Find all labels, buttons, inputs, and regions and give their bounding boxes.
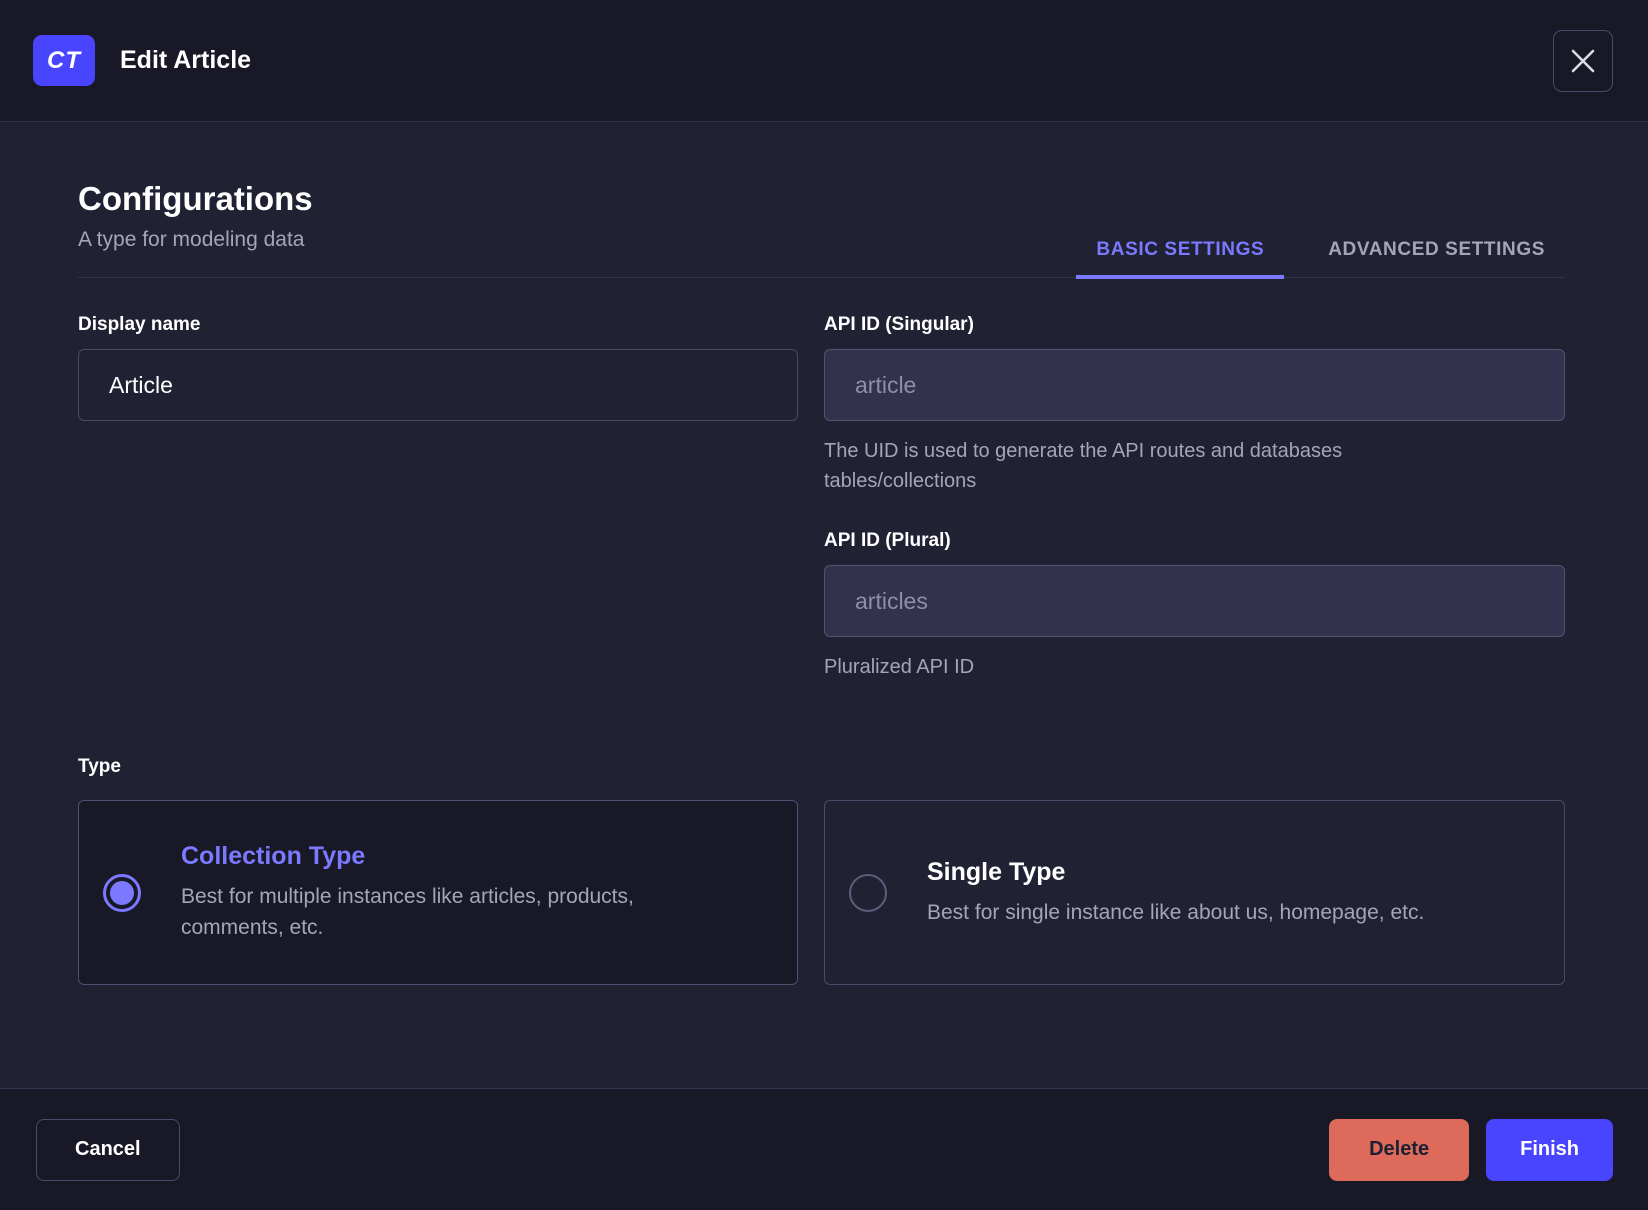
page-subtitle: A type for modeling data [78,228,305,251]
intro-row: Configurations A type for modeling data … [78,180,1565,279]
configuration-form: Display name API ID (Singular) The UID i… [78,314,1565,682]
api-id-plural-field: API ID (Plural) Pluralized API ID [824,530,1565,682]
display-name-input[interactable] [78,349,798,421]
delete-button[interactable]: Delete [1329,1118,1470,1181]
content-type-badge: CT [33,35,95,86]
api-id-singular-hint: The UID is used to generate the API rout… [824,440,1343,492]
type-options: Collection Type Best for multiple instan… [78,800,1565,985]
modal-header: CT Edit Article [0,0,1648,122]
type-option-text: Single Type Best for single instance lik… [927,858,1424,928]
tab-basic-settings[interactable]: BASIC SETTINGS [1076,225,1285,279]
finish-button[interactable]: Finish [1486,1118,1613,1181]
type-option-description: Best for single instance like about us, … [927,900,1425,924]
cancel-button[interactable]: Cancel [36,1118,180,1181]
api-id-singular-field: API ID (Singular) The UID is used to gen… [824,314,1565,496]
intro: Configurations A type for modeling data [78,180,313,277]
display-name-column: Display name [78,314,798,682]
close-icon [1570,48,1596,74]
type-option-description: Best for multiple instances like article… [181,885,634,939]
modal-footer: Cancel Delete Finish [0,1088,1648,1210]
display-name-label: Display name [78,314,201,335]
type-option-title: Collection Type [181,842,366,870]
type-section: Type Collection Type Best for multiple i… [78,756,1565,985]
type-option-title: Single Type [927,857,1066,886]
page-title: Configurations [78,180,313,217]
api-id-column: API ID (Singular) The UID is used to gen… [824,314,1565,682]
type-label: Type [78,756,121,777]
api-id-singular-label: API ID (Singular) [824,314,974,335]
type-option-text: Collection Type Best for multiple instan… [181,842,721,943]
display-name-field: Display name [78,314,798,421]
footer-actions: Delete Finish [1329,1118,1613,1181]
api-id-plural-hint: Pluralized API ID [824,656,975,678]
radio-selected-icon[interactable] [103,873,141,912]
api-id-plural-label: API ID (Plural) [824,530,951,551]
api-id-plural-input [824,565,1565,637]
modal-title: Edit Article [120,46,252,74]
tab-advanced-settings[interactable]: ADVANCED SETTINGS [1308,225,1565,279]
radio-unselected-icon[interactable] [849,873,887,912]
type-option-collection[interactable]: Collection Type Best for multiple instan… [78,800,798,985]
api-id-singular-input [824,349,1565,421]
modal-body: Configurations A type for modeling data … [0,122,1648,1088]
settings-tabs: BASIC SETTINGS ADVANCED SETTINGS [1076,225,1565,279]
type-option-single[interactable]: Single Type Best for single instance lik… [824,800,1565,985]
edit-content-type-modal: CT Edit Article Configurations A type fo… [0,0,1648,1210]
close-button[interactable] [1553,29,1613,92]
